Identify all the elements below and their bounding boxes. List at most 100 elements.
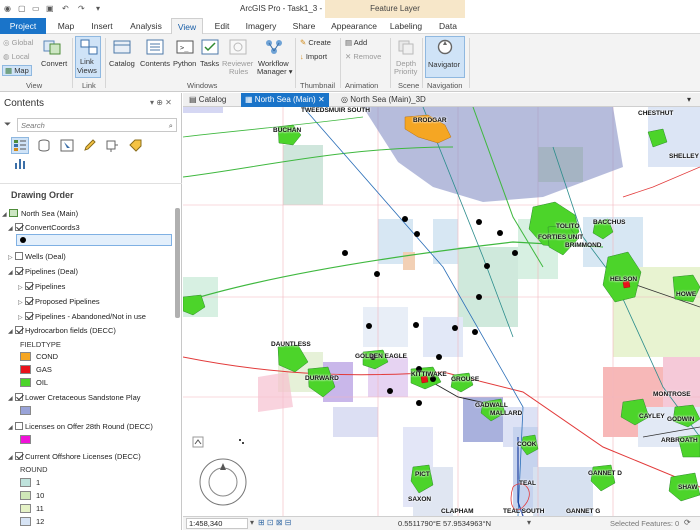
tasks-button[interactable]: Tasks (200, 59, 219, 68)
layer-visibility-checkbox[interactable] (15, 267, 23, 275)
field-label: TWEEDSMUIR SOUTH (301, 107, 370, 114)
local-button[interactable]: ◍ Local (3, 52, 30, 61)
coordinate-system-icon[interactable]: ⊞ ⊡ ⊠ ⊟ (258, 518, 291, 527)
tab-insert[interactable]: Insert (84, 18, 120, 34)
python-button[interactable]: Python (173, 59, 196, 68)
coordinate-format-dropdown-icon[interactable]: ▾ (527, 518, 531, 527)
map-canvas[interactable] (183, 107, 700, 516)
collapse-icon[interactable]: ◢ (8, 423, 15, 434)
contents-button[interactable]: Contents (140, 59, 170, 68)
layer-licenses-on-offer[interactable]: ◢ Licenses on Offer 28th Round (DECC) (8, 421, 153, 432)
layer-visibility-checkbox[interactable] (15, 393, 23, 401)
selected-symbol-row[interactable] (16, 234, 172, 246)
view-tab-menu-icon[interactable]: ▾ (683, 93, 695, 107)
expand-icon[interactable]: ▷ (18, 283, 25, 294)
layer-visibility-checkbox[interactable] (15, 422, 23, 430)
collapse-icon[interactable]: ◢ (2, 210, 9, 221)
fieldtype-heading: FIELDTYPE (20, 340, 61, 349)
collapse-icon[interactable]: ◢ (8, 224, 15, 235)
layer-visibility-checkbox[interactable] (25, 282, 33, 290)
view-tab-north-sea-main[interactable]: ▦ North Sea (Main) ✕ (241, 93, 329, 107)
scale-dropdown-icon[interactable]: ▾ (250, 518, 254, 527)
field-label: HOWE (676, 291, 697, 298)
navigator-control[interactable] (199, 458, 247, 506)
layer-convertcoords3[interactable]: ◢ ConvertCoords3 (8, 222, 80, 233)
field-label: ARBROATH (661, 437, 698, 444)
layer-wells-deal[interactable]: ▷ Wells (Deal) (8, 251, 66, 262)
scale-combobox[interactable]: 1:458,340 (186, 518, 248, 529)
contents-search-input[interactable]: Search ⌕ (17, 118, 177, 132)
collapse-icon[interactable]: ◢ (8, 268, 15, 279)
tab-view[interactable]: View (171, 18, 203, 34)
import-thumbnail-button[interactable]: ↓ Import (300, 52, 327, 61)
list-by-labeling-icon[interactable] (128, 139, 142, 152)
contents-scrollbar[interactable] (175, 208, 180, 318)
view-tab-north-sea-3d[interactable]: ◎ North Sea (Main)_3D (337, 93, 430, 107)
tab-labeling[interactable]: Labeling (386, 18, 426, 34)
layer-visibility-checkbox[interactable] (15, 452, 23, 460)
map-node-north-sea[interactable]: ◢ North Sea (Main) (2, 208, 78, 219)
tab-imagery[interactable]: Imagery (240, 18, 282, 34)
refresh-icon[interactable]: ⟳ (684, 518, 691, 527)
list-by-editing-icon[interactable] (83, 139, 97, 152)
group-pipelines-deal[interactable]: ◢ Pipelines (Deal) (8, 266, 78, 277)
layer-proposed-pipelines[interactable]: ▷ Proposed Pipelines (18, 296, 100, 307)
expand-icon[interactable]: ▷ (18, 313, 25, 324)
layer-hydrocarbon-fields[interactable]: ◢ Hydrocarbon fields (DECC) (8, 325, 116, 336)
tab-map[interactable]: Map (52, 18, 80, 34)
list-by-charts-icon[interactable] (14, 157, 28, 170)
rules-label: Rules (229, 67, 249, 76)
map-icon (9, 209, 18, 217)
add-icon: ▤ (345, 38, 353, 47)
tab-appearance[interactable]: Appearance (330, 18, 378, 34)
remove-animation-button[interactable]: ✕ Remove (345, 52, 381, 61)
layer-visibility-checkbox[interactable] (25, 312, 33, 320)
view-tab-catalog[interactable]: ▤ Catalog (185, 93, 230, 107)
expand-icon[interactable]: ▷ (8, 253, 15, 264)
round-1-label: 1 (36, 478, 41, 487)
create-thumbnail-button[interactable]: ✎ Create (300, 38, 331, 47)
layer-visibility-checkbox[interactable] (15, 223, 23, 231)
list-by-snapping-icon[interactable] (105, 139, 119, 152)
layer-visibility-checkbox[interactable] (15, 252, 23, 260)
collapse-navigator-button[interactable] (192, 436, 204, 448)
layer-lower-cretaceous[interactable]: ◢ Lower Cretaceous Sandstone Play (8, 392, 141, 403)
list-by-selection-icon[interactable] (60, 139, 74, 152)
collapse-icon[interactable]: ◢ (8, 327, 15, 338)
save-icon[interactable]: ▣ (46, 4, 54, 13)
customize-quick-access-icon[interactable]: ▾ (96, 4, 100, 13)
map-button[interactable]: ▦ Map (2, 65, 32, 76)
create-icon: ✎ (300, 38, 307, 47)
view-tab-label: North Sea (Main) (254, 95, 316, 104)
collapse-icon[interactable]: ◢ (8, 453, 15, 464)
redo-icon[interactable]: ↷ (78, 4, 85, 13)
layer-label: Licenses on Offer 28th Round (DECC) (25, 422, 153, 431)
navigator-label: Navigator (428, 60, 461, 69)
tab-analysis[interactable]: Analysis (124, 18, 168, 34)
app-icon: ◉ (4, 4, 11, 13)
global-button[interactable]: ◎ Global (3, 38, 33, 47)
filter-icon[interactable]: ⏷ (4, 119, 11, 130)
layer-current-offshore-licenses[interactable]: ◢ Current Offshore Licenses (DECC) (8, 451, 141, 462)
layer-visibility-checkbox[interactable] (15, 326, 23, 334)
tab-project[interactable]: Project (0, 18, 46, 34)
list-by-data-source-icon[interactable] (37, 139, 51, 152)
expand-icon[interactable]: ▷ (18, 298, 25, 309)
add-animation-button[interactable]: ▤ Add (345, 38, 367, 47)
undo-icon[interactable]: ↶ (62, 4, 69, 13)
tab-share[interactable]: Share (288, 18, 320, 34)
pane-options-icon[interactable]: ▾ ⊕ ✕ (150, 98, 172, 107)
link-label: Link (80, 57, 94, 66)
tab-edit[interactable]: Edit (208, 18, 236, 34)
layer-pipelines-abandoned[interactable]: ▷ Pipelines - Abandoned/Not in use (18, 311, 146, 322)
new-icon[interactable]: ▢ (18, 4, 26, 13)
open-icon[interactable]: ▭ (32, 4, 40, 13)
tab-data[interactable]: Data (434, 18, 462, 34)
convert-button[interactable]: Convert (41, 59, 67, 68)
collapse-icon[interactable]: ◢ (8, 394, 15, 405)
close-icon[interactable]: ✕ (318, 95, 325, 104)
catalog-button[interactable]: Catalog (109, 59, 135, 68)
layer-visibility-checkbox[interactable] (25, 297, 33, 305)
layer-pipelines[interactable]: ▷ Pipelines (18, 281, 65, 292)
map-view[interactable]: TWEEDSMUIR SOUTH BRODGAR BUCHAN CHESTHUT… (183, 107, 700, 516)
